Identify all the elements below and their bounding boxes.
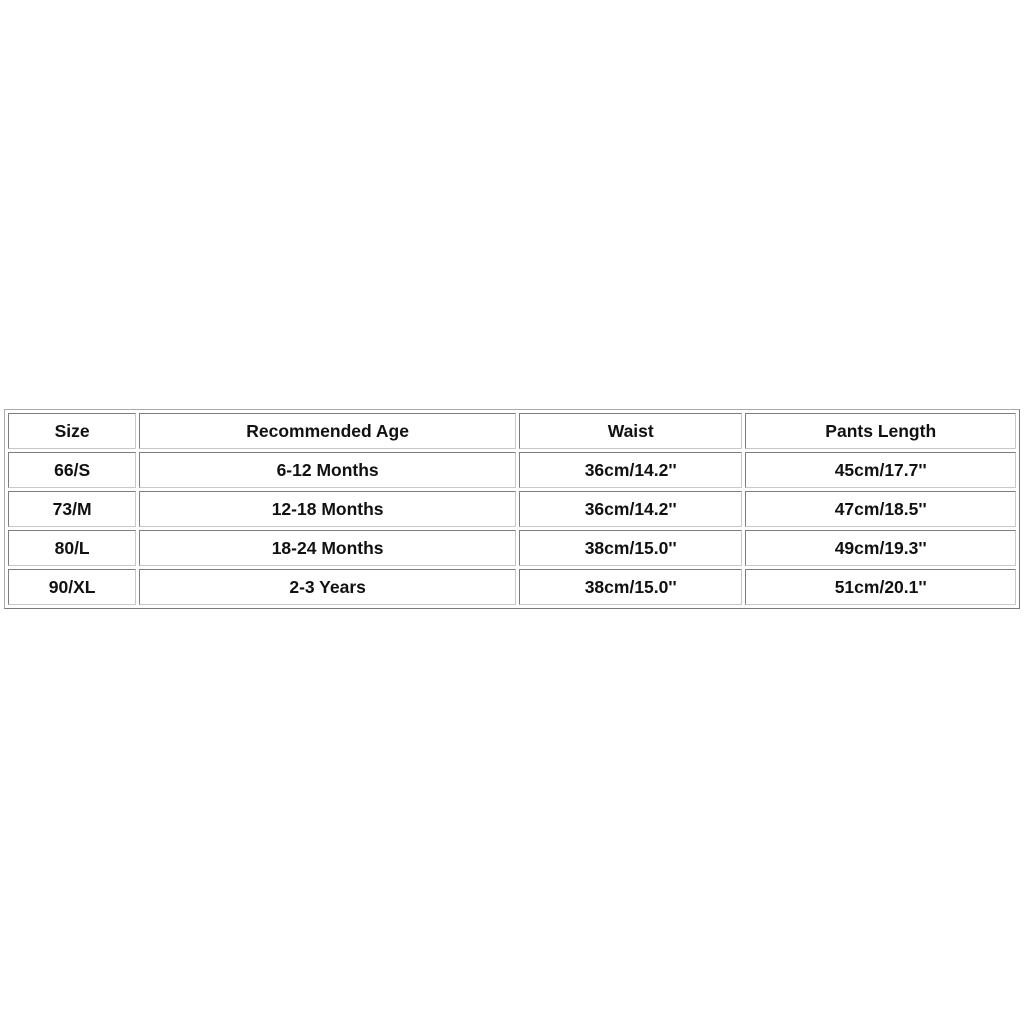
cell-recommended-age: 6-12 Months: [139, 452, 516, 488]
table-header-row: Size Recommended Age Waist Pants Length: [8, 413, 1016, 449]
cell-pants-length: 45cm/17.7'': [745, 452, 1016, 488]
cell-pants-length: 47cm/18.5'': [745, 491, 1016, 527]
table-row: 90/XL 2-3 Years 38cm/15.0'' 51cm/20.1'': [8, 569, 1016, 605]
cell-waist: 38cm/15.0'': [519, 569, 743, 605]
header-waist: Waist: [519, 413, 743, 449]
cell-recommended-age: 2-3 Years: [139, 569, 516, 605]
cell-size: 73/M: [8, 491, 137, 527]
table-row: 80/L 18-24 Months 38cm/15.0'' 49cm/19.3'…: [8, 530, 1016, 566]
cell-waist: 36cm/14.2'': [519, 491, 743, 527]
header-recommended-age: Recommended Age: [139, 413, 516, 449]
size-chart-table: Size Recommended Age Waist Pants Length …: [4, 409, 1020, 609]
cell-waist: 38cm/15.0'': [519, 530, 743, 566]
header-size: Size: [8, 413, 137, 449]
cell-pants-length: 51cm/20.1'': [745, 569, 1016, 605]
header-pants-length: Pants Length: [745, 413, 1016, 449]
size-chart-container: Size Recommended Age Waist Pants Length …: [4, 409, 1020, 609]
cell-size: 66/S: [8, 452, 137, 488]
cell-waist: 36cm/14.2'': [519, 452, 743, 488]
cell-size: 90/XL: [8, 569, 137, 605]
table-row: 66/S 6-12 Months 36cm/14.2'' 45cm/17.7'': [8, 452, 1016, 488]
cell-recommended-age: 12-18 Months: [139, 491, 516, 527]
table-row: 73/M 12-18 Months 36cm/14.2'' 47cm/18.5'…: [8, 491, 1016, 527]
cell-size: 80/L: [8, 530, 137, 566]
cell-pants-length: 49cm/19.3'': [745, 530, 1016, 566]
cell-recommended-age: 18-24 Months: [139, 530, 516, 566]
